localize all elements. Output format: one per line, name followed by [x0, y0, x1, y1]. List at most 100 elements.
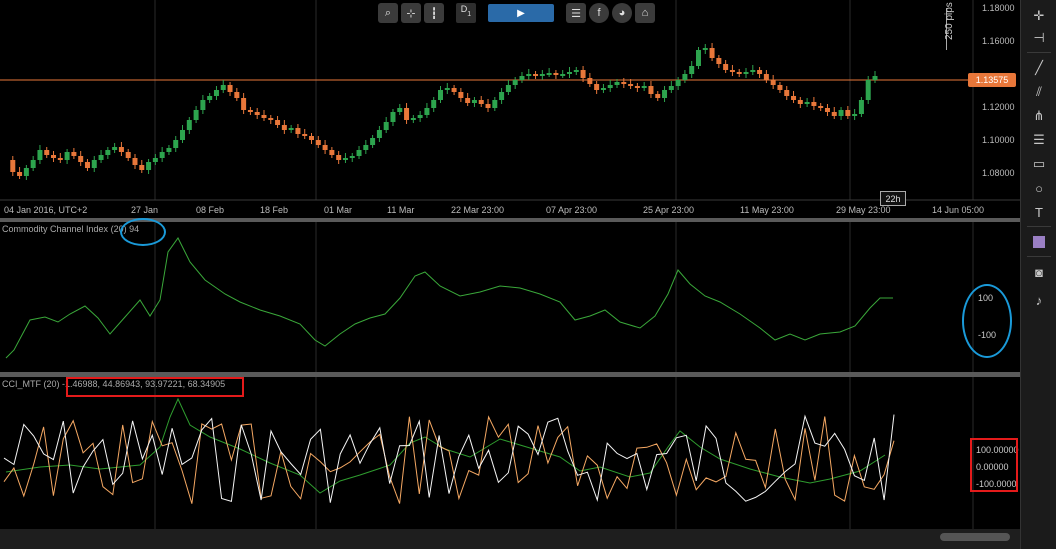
- candle-body: [546, 73, 552, 75]
- candle-body: [64, 152, 70, 160]
- candle-body: [492, 100, 498, 108]
- cci-mtf-series-3: [5, 397, 886, 494]
- price-chart-pane[interactable]: ⌕ ⊹ ┇ D1 ▶ ☰ f ◕ ⌂ 250 pips 1.18000 1.16…: [0, 0, 1020, 218]
- channel-icon[interactable]: ⫽: [1029, 82, 1049, 102]
- candle-body: [499, 92, 505, 100]
- fib-icon[interactable]: ☰: [1029, 130, 1049, 150]
- price-label: 1.18000: [982, 3, 1015, 13]
- candle-body: [702, 48, 708, 50]
- candle-body: [159, 152, 165, 158]
- cci-mtf-pane[interactable]: CCI_MTF (20) -1.46988, 44.86943, 93.9722…: [0, 377, 1020, 529]
- time-remaining-tag: 22h: [880, 191, 906, 206]
- candle-body: [180, 130, 186, 140]
- candle-body: [451, 88, 457, 92]
- candle-body: [655, 94, 661, 98]
- candle-body: [709, 48, 715, 58]
- candle-body: [777, 85, 783, 90]
- candle-body: [213, 90, 219, 96]
- date-label: 29 May 23:00: [836, 205, 891, 215]
- candle-body: [723, 64, 729, 70]
- date-label: 14 Jun 05:00: [932, 205, 985, 215]
- candle-body: [51, 155, 57, 158]
- candle-body: [566, 72, 572, 74]
- cci-mtf-canvas[interactable]: [0, 377, 1020, 529]
- candle-body: [438, 90, 443, 100]
- date-label: 11 Mar: [387, 205, 415, 215]
- highlight-circle: [120, 218, 166, 246]
- candle-body: [295, 128, 301, 134]
- candle-body: [342, 158, 348, 160]
- candle-body: [37, 150, 43, 160]
- crosshair-icon[interactable]: ⊹: [401, 3, 421, 23]
- candle-body: [600, 88, 606, 90]
- date-label: 27 Jan: [131, 205, 159, 215]
- candle-body: [247, 110, 253, 112]
- date-label: 18 Feb: [260, 205, 289, 215]
- ellipse-icon[interactable]: ○: [1029, 178, 1049, 198]
- candle-body: [84, 162, 90, 168]
- chat-icon[interactable]: ◕: [612, 3, 632, 23]
- candle-body: [309, 136, 315, 140]
- share-icon[interactable]: f: [589, 3, 609, 23]
- zoom-icon[interactable]: ⌕: [378, 3, 398, 23]
- candle-body: [804, 102, 810, 104]
- candle-body: [410, 118, 416, 120]
- candle-body: [872, 76, 878, 80]
- candle-body: [329, 150, 335, 155]
- horizontal-scrollbar[interactable]: [0, 529, 1020, 549]
- candle-body: [668, 86, 674, 90]
- candle-body: [485, 104, 491, 108]
- cci-mtf-title-text: CCI_MTF (20): [2, 379, 60, 389]
- candle-body: [553, 73, 559, 75]
- date-label: 08 Feb: [196, 205, 225, 215]
- camera-icon[interactable]: ◙: [1029, 262, 1049, 282]
- candle-body: [424, 108, 430, 115]
- line-icon[interactable]: ╱: [1029, 58, 1049, 78]
- candle-body: [865, 80, 871, 100]
- candle-body: [628, 84, 634, 86]
- candle-body: [417, 115, 423, 118]
- candle-body: [261, 115, 267, 118]
- plus-icon[interactable]: ⊣: [1029, 28, 1049, 48]
- timeframe-sub: 1: [467, 11, 472, 18]
- candle-body: [695, 50, 701, 66]
- candle-body: [363, 145, 369, 150]
- price-label: 1.08000: [982, 168, 1015, 178]
- candle-body: [478, 100, 484, 104]
- candle-body: [207, 96, 213, 100]
- crosshair-icon[interactable]: ✛: [1029, 6, 1049, 26]
- date-label: 04 Jan 2016, UTC+2: [4, 205, 88, 215]
- candle-body: [852, 114, 858, 116]
- current-price-badge: 1.13575: [968, 73, 1016, 87]
- candle-body: [349, 156, 355, 158]
- candle-body: [682, 74, 688, 80]
- candle-body: [98, 155, 104, 160]
- scrollbar-thumb[interactable]: [940, 533, 1010, 541]
- play-button[interactable]: ▶: [488, 4, 554, 22]
- candle-body: [458, 92, 464, 98]
- candle-body: [23, 168, 29, 176]
- candle-body: [757, 70, 763, 74]
- text-icon[interactable]: T: [1029, 202, 1049, 222]
- candle-body: [560, 74, 566, 76]
- timeframe-selector[interactable]: D1: [456, 3, 476, 23]
- trade-icon[interactable]: ⌂: [635, 3, 655, 23]
- price-chart-canvas[interactable]: [0, 0, 1020, 218]
- candle-body: [743, 72, 749, 74]
- list-icon[interactable]: ☰: [566, 3, 586, 23]
- candle-body: [614, 82, 620, 85]
- candle-body: [227, 85, 233, 92]
- candle-body: [91, 160, 97, 168]
- candle-body: [254, 112, 260, 115]
- date-label: 11 May 23:00: [740, 205, 794, 215]
- fork-icon[interactable]: ⋔: [1029, 106, 1049, 126]
- highlight-rect: [66, 377, 244, 397]
- cci-pane[interactable]: Commodity Channel Index (20) 94 100 -100: [0, 218, 1020, 372]
- color-swatch-icon[interactable]: [1029, 232, 1049, 252]
- candlestick-icon[interactable]: ┇: [424, 3, 444, 23]
- rect-icon[interactable]: ▭: [1029, 154, 1049, 174]
- candle-body: [662, 90, 668, 98]
- bell-icon[interactable]: ♪: [1029, 290, 1049, 310]
- candle-body: [818, 106, 824, 108]
- candle-body: [512, 80, 518, 85]
